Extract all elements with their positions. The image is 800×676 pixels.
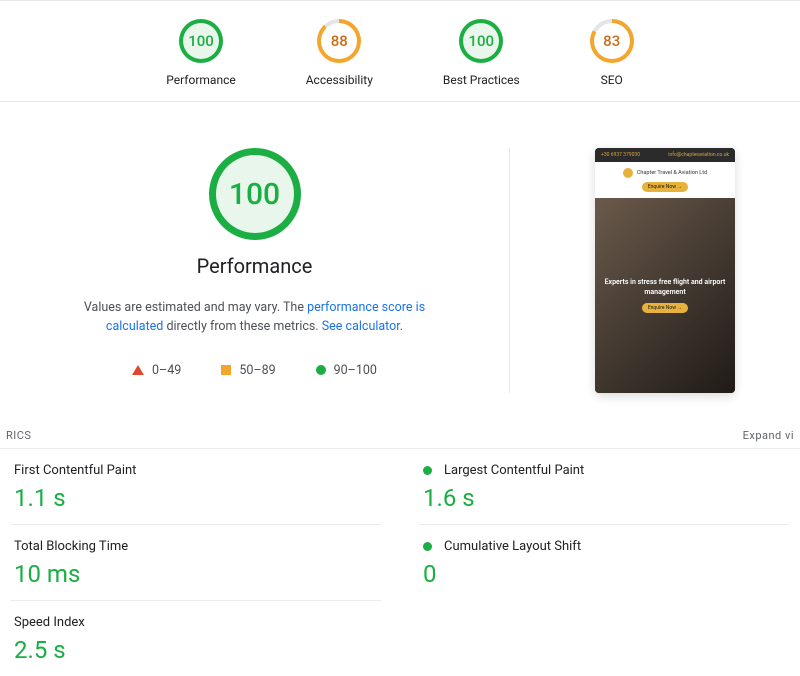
gauge-seo: 83 (590, 19, 634, 63)
preview-phone: +30 6937 379030 (601, 152, 640, 158)
preview-brand-bar: Chapter Travel & Aviation Ltd Enquire No… (595, 162, 735, 198)
brand-logo-icon (623, 168, 633, 178)
metric-value: 1.1 s (14, 484, 377, 512)
score-best-practices[interactable]: 100 Best Practices (443, 19, 520, 87)
metrics-heading: RICS (6, 429, 31, 442)
legend-bad: 0–49 (132, 363, 181, 378)
score-value: 100 (468, 32, 494, 50)
score-accessibility[interactable]: 88 Accessibility (306, 19, 373, 87)
preview-topbar: +30 6937 379030 info@chapteraviation.co.… (595, 148, 735, 162)
performance-detail-section: 100 Performance Values are estimated and… (0, 102, 800, 423)
gauge-value: 100 (229, 177, 280, 212)
score-value: 83 (603, 32, 620, 50)
see-calculator-link[interactable]: See calculator (322, 319, 400, 334)
preview-hero-text: Experts in stress free flight and airpor… (603, 278, 727, 296)
triangle-icon (132, 365, 144, 375)
score-performance[interactable]: 100 Performance (166, 19, 235, 87)
preview-cta-button: Enquire Now → (642, 303, 688, 313)
preview-brand-name: Chapter Travel & Aviation Ltd (637, 170, 707, 176)
score-value: 88 (331, 32, 348, 50)
performance-title: Performance (197, 254, 313, 278)
metric-label: Largest Contentful Paint (444, 463, 584, 478)
metric-value: 0 (423, 560, 786, 588)
score-label: Accessibility (306, 73, 373, 87)
metrics-header-bar: RICS Expand vi (0, 423, 800, 449)
score-label: Performance (166, 73, 235, 87)
desc-text: directly from these metrics. (163, 319, 321, 334)
metric-label: Cumulative Layout Shift (444, 539, 581, 554)
preview-email: info@chapteraviation.co.uk (668, 152, 729, 158)
score-value: 100 (188, 32, 214, 50)
performance-description: Values are estimated and may vary. The p… (65, 298, 445, 337)
metric-value: 1.6 s (423, 484, 786, 512)
status-dot-icon (423, 466, 432, 475)
metric-fcp[interactable]: First Contentful Paint 1.1 s (10, 449, 381, 524)
category-scores-row: 100 Performance 88 Accessibility 100 Bes… (0, 0, 800, 102)
preview-cta-button: Enquire Now → (642, 182, 688, 192)
metric-lcp[interactable]: Largest Contentful Paint 1.6 s (419, 449, 790, 524)
square-icon (221, 365, 231, 375)
metric-value: 10 ms (14, 560, 377, 588)
metric-label: Total Blocking Time (14, 539, 128, 554)
score-label: Best Practices (443, 73, 520, 87)
metric-value: 2.5 s (14, 636, 377, 664)
score-seo[interactable]: 83 SEO (590, 19, 634, 87)
gauge-best-practices: 100 (459, 19, 503, 63)
desc-text: . (400, 319, 403, 334)
gauge-performance: 100 (179, 19, 223, 63)
circle-icon (316, 365, 326, 375)
legend-range: 90–100 (334, 363, 377, 378)
gauge-performance-large: 100 (209, 148, 301, 240)
performance-summary: 100 Performance Values are estimated and… (0, 148, 510, 393)
preview-hero: Experts in stress free flight and airpor… (595, 198, 735, 393)
expand-view-button[interactable]: Expand vi (743, 429, 794, 442)
page-preview-panel: +30 6937 379030 info@chapteraviation.co.… (530, 148, 800, 393)
legend-good: 90–100 (316, 363, 377, 378)
score-legend: 0–49 50–89 90–100 (132, 363, 377, 378)
metric-speed-index[interactable]: Speed Index 2.5 s (10, 600, 381, 676)
metric-label: Speed Index (14, 615, 85, 630)
page-screenshot-preview[interactable]: +30 6937 379030 info@chapteraviation.co.… (595, 148, 735, 393)
score-label: SEO (601, 73, 623, 87)
legend-mid: 50–89 (221, 363, 275, 378)
metrics-grid: First Contentful Paint 1.1 s Largest Con… (0, 449, 800, 676)
metric-tbt[interactable]: Total Blocking Time 10 ms (10, 524, 381, 600)
metric-label: First Contentful Paint (14, 463, 136, 478)
metric-cls[interactable]: Cumulative Layout Shift 0 (419, 524, 790, 600)
gauge-accessibility: 88 (317, 19, 361, 63)
legend-range: 50–89 (239, 363, 275, 378)
desc-text: Values are estimated and may vary. The (84, 300, 307, 315)
legend-range: 0–49 (152, 363, 181, 378)
status-dot-icon (423, 542, 432, 551)
